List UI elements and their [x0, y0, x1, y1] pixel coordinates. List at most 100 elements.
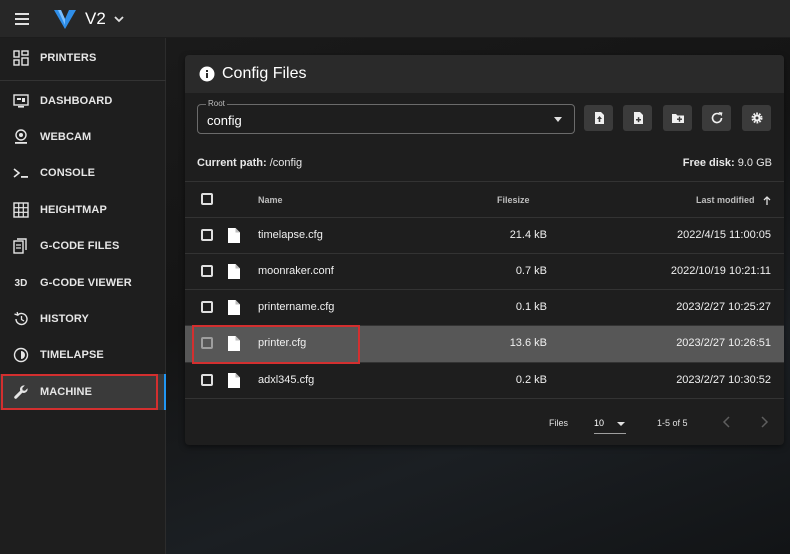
dashboard-icon: [13, 93, 29, 109]
table-row[interactable]: timelapse.cfg 21.4 kB 2022/4/15 11:00:05: [185, 218, 784, 254]
new-file-button[interactable]: [623, 105, 652, 131]
sidebar-item-machine[interactable]: MACHINE: [0, 374, 167, 410]
per-page-underline: [594, 433, 626, 434]
new-folder-button[interactable]: [663, 105, 692, 131]
refresh-icon: [711, 112, 722, 124]
file-icon: [228, 373, 240, 388]
column-filesize[interactable]: Filesize: [497, 195, 530, 205]
file-icon: [228, 300, 240, 315]
file-size: 13.6 kB: [509, 337, 547, 349]
file-name: timelapse.cfg: [258, 229, 323, 241]
current-path: Current path: /config: [197, 157, 302, 169]
settings-gear-icon: [751, 112, 762, 124]
sidebar-item-printers[interactable]: PRINTERS: [0, 40, 166, 76]
file-name: printername.cfg: [258, 301, 335, 313]
table-footer: Files 10 1-5 of 5: [185, 409, 784, 443]
file-size: 0.7 kB: [515, 265, 547, 277]
sidebar-item-label: G-CODE VIEWER: [40, 277, 132, 289]
upload-file-button[interactable]: [584, 105, 613, 131]
info-icon: [199, 66, 215, 82]
file-size: 0.2 kB: [515, 374, 547, 386]
sidebar-item-gcode-viewer[interactable]: 3D G-CODE VIEWER: [0, 265, 166, 301]
select-all-checkbox[interactable]: [201, 193, 213, 205]
refresh-button[interactable]: [702, 105, 731, 131]
row-checkbox[interactable]: [201, 265, 213, 277]
gcode-files-icon: [13, 238, 29, 254]
table-row-selected[interactable]: printer.cfg 13.6 kB 2023/2/27 10:26:51: [185, 326, 784, 363]
row-checkbox[interactable]: [201, 301, 213, 313]
sidebar-item-webcam[interactable]: WEBCAM: [0, 119, 166, 155]
app-title[interactable]: V2: [85, 9, 106, 29]
row-checkbox[interactable]: [201, 374, 213, 386]
chevron-left-icon: [722, 416, 730, 428]
sidebar-item-label: CONSOLE: [40, 167, 96, 179]
root-select-label: Root: [206, 99, 227, 108]
chevron-right-icon: [761, 416, 769, 428]
sidebar-item-label: DASHBOARD: [40, 95, 113, 107]
printers-grid-icon: [13, 50, 29, 66]
sidebar-item-label: G-CODE FILES: [40, 240, 120, 252]
prev-page-button[interactable]: [720, 415, 734, 429]
file-icon: [228, 264, 240, 279]
settings-button[interactable]: [742, 105, 771, 131]
sidebar-item-heightmap[interactable]: HEIGHTMAP: [0, 192, 166, 228]
chevron-down-icon[interactable]: [114, 14, 124, 24]
sidebar-item-label: HEIGHTMAP: [40, 204, 107, 216]
file-modified: 2022/10/19 10:21:11: [670, 265, 771, 277]
file-size: 21.4 kB: [509, 229, 547, 241]
sidebar-item-console[interactable]: CONSOLE: [0, 155, 166, 191]
app-bar: V2: [0, 0, 790, 38]
current-path-label: Current path:: [197, 157, 267, 169]
file-modified: 2023/2/27 10:30:52: [676, 374, 771, 386]
column-last-modified[interactable]: Last modified: [695, 195, 771, 206]
table-row[interactable]: adxl345.cfg 0.2 kB 2023/2/27 10:30:52: [185, 363, 784, 399]
sidebar-divider: [0, 80, 166, 81]
new-file-icon: [633, 112, 643, 124]
table-header: Name Filesize Last modified: [185, 181, 784, 218]
sidebar-item-label: MACHINE: [40, 386, 93, 398]
console-icon: [13, 165, 29, 181]
3d-icon: 3D: [14, 277, 28, 289]
card-title: Config Files: [222, 65, 307, 82]
files-per-page-select[interactable]: 10: [594, 418, 604, 428]
file-icon: [228, 228, 240, 243]
file-modified: 2023/2/27 10:25:27: [676, 301, 771, 313]
file-size: 0.1 kB: [515, 301, 547, 313]
sidebar-item-gcode-files[interactable]: G-CODE FILES: [0, 228, 166, 264]
root-select[interactable]: Root config: [197, 99, 575, 134]
config-files-card: Config Files Root config Current path: /…: [185, 55, 784, 445]
file-name: printer.cfg: [258, 337, 307, 349]
sidebar-item-timelapse[interactable]: TIMELAPSE: [0, 337, 166, 373]
file-modified: 2022/4/15 11:00:05: [677, 229, 771, 241]
timelapse-icon: [13, 347, 29, 363]
column-name[interactable]: Name: [258, 195, 283, 205]
sidebar: PRINTERS DASHBOARD WEBCAM CONSOLE HEIGHT…: [0, 38, 167, 554]
heightmap-grid-icon: [13, 202, 29, 218]
table-row[interactable]: moonraker.conf 0.7 kB 2022/10/19 10:21:1…: [185, 254, 784, 290]
sort-ascending-icon: [763, 196, 771, 206]
logo-icon: [54, 9, 76, 29]
sidebar-item-label: TIMELAPSE: [40, 349, 104, 361]
new-folder-icon: [671, 114, 684, 123]
file-name: moonraker.conf: [258, 265, 334, 277]
row-checkbox[interactable]: [201, 229, 213, 241]
files-per-page-label: Files: [549, 418, 569, 428]
sidebar-item-label: PRINTERS: [40, 52, 97, 64]
caret-down-icon: [554, 117, 562, 122]
column-last-modified-label: Last modified: [695, 195, 755, 205]
file-name: adxl345.cfg: [258, 374, 315, 386]
webcam-icon: [13, 129, 29, 145]
upload-file-icon: [594, 112, 604, 124]
file-modified: 2023/2/27 10:26:51: [676, 337, 771, 349]
next-page-button[interactable]: [757, 415, 771, 429]
card-header: Config Files: [185, 55, 784, 93]
row-checkbox[interactable]: [201, 337, 213, 349]
root-select-value: config: [207, 113, 242, 128]
sidebar-item-label: WEBCAM: [40, 131, 92, 143]
menu-icon[interactable]: [15, 10, 29, 28]
current-path-value: /config: [269, 157, 303, 169]
sidebar-item-dashboard[interactable]: DASHBOARD: [0, 83, 166, 119]
caret-down-icon[interactable]: [617, 422, 625, 426]
sidebar-item-history[interactable]: HISTORY: [0, 301, 166, 337]
table-row[interactable]: printername.cfg 0.1 kB 2023/2/27 10:25:2…: [185, 290, 784, 326]
